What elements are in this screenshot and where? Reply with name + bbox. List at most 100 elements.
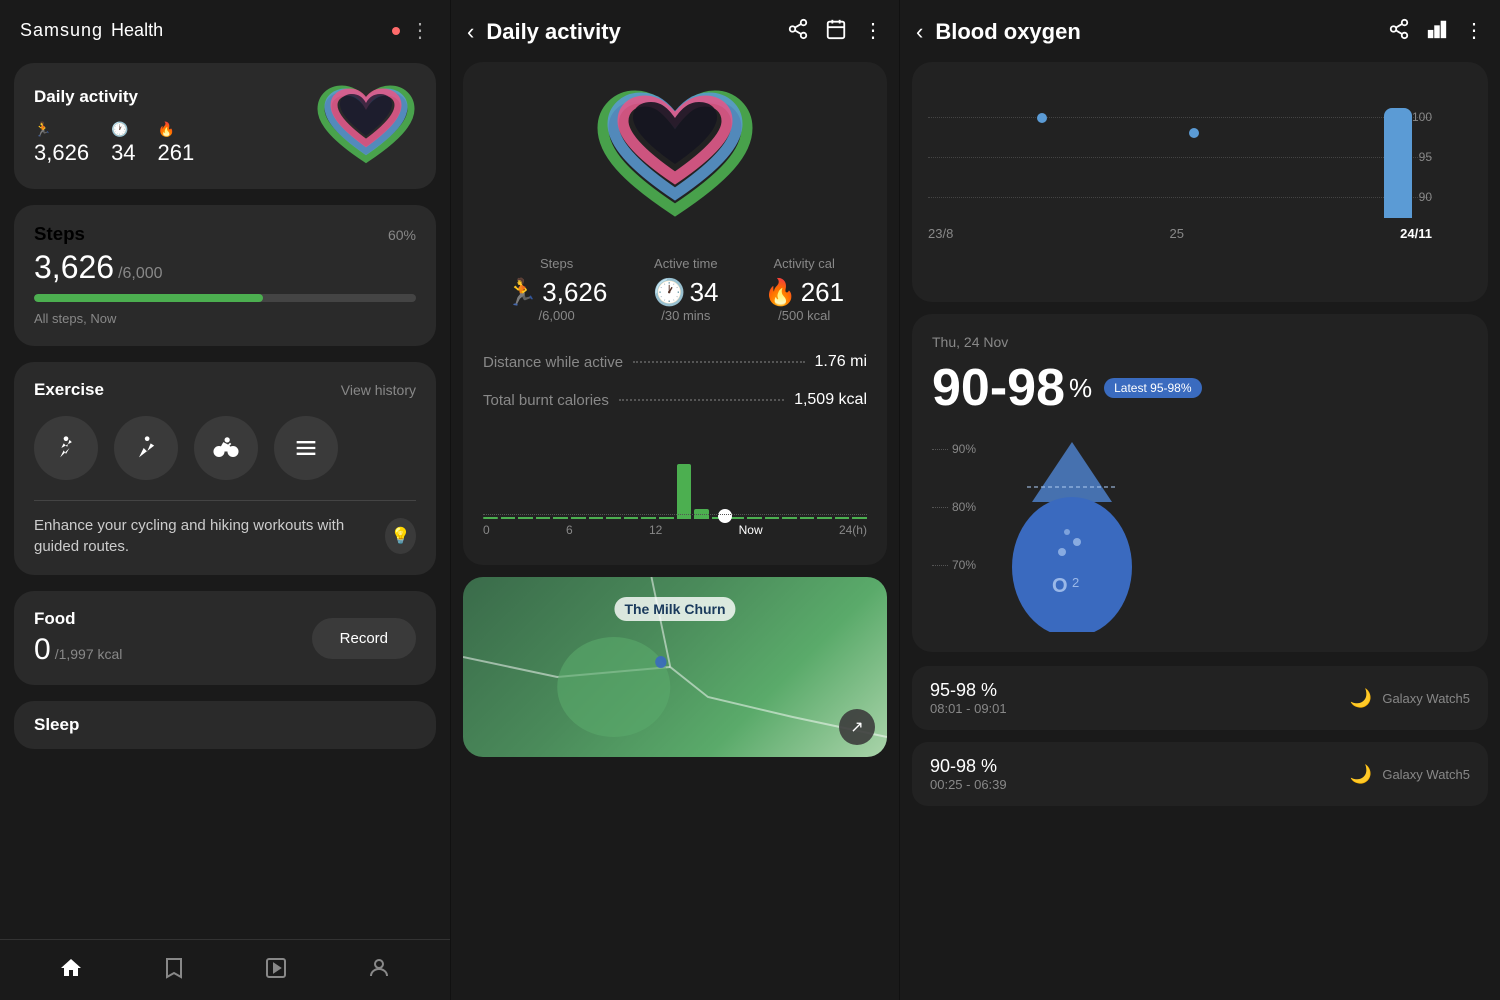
- chart-bars: [483, 439, 867, 519]
- cycle-exercise-button[interactable]: [194, 416, 258, 480]
- map-place-label: The Milk Churn: [614, 597, 735, 621]
- map-section[interactable]: The Milk Churn ↗: [463, 577, 887, 757]
- nav-bookmark-button[interactable]: [162, 956, 186, 980]
- exercise-list-button[interactable]: [274, 416, 338, 480]
- sleep-title: Sleep: [34, 715, 416, 735]
- hist-left-2: 90-98 % 00:25 - 06:39: [930, 756, 1007, 792]
- right-back-button[interactable]: ‹: [916, 19, 923, 45]
- hist-right-2: 🌙 Galaxy Watch5: [1350, 764, 1470, 785]
- food-card[interactable]: Food 0 /1,997 kcal Record: [14, 591, 436, 685]
- oxy-label-100: 100: [1412, 110, 1432, 124]
- exercise-title: Exercise: [34, 380, 104, 400]
- steps-header: Steps 60%: [34, 223, 416, 245]
- center-title: Daily activity: [486, 19, 775, 45]
- heart-visual: [483, 82, 867, 232]
- device-label-2: Galaxy Watch5: [1382, 767, 1470, 782]
- center-header: ‹ Daily activity ⋮: [451, 0, 899, 58]
- exercise-tip: Enhance your cycling and hiking workouts…: [34, 515, 416, 557]
- more-options-button[interactable]: ⋮: [863, 18, 883, 46]
- left-header: Samsung Health ⋮: [0, 0, 450, 55]
- exercise-card: Exercise View history: [14, 362, 436, 575]
- view-history-button[interactable]: View history: [341, 382, 416, 398]
- hist-left-1: 95-98 % 08:01 - 09:01: [930, 680, 1007, 716]
- heart-rings-large: [595, 82, 755, 232]
- cal-big-num: 🔥 261: [764, 277, 844, 308]
- steps-progress-fill: [34, 294, 263, 302]
- cal-activity-icon: 🔥: [764, 277, 796, 308]
- share-button[interactable]: [787, 18, 809, 46]
- right-title: Blood oxygen: [935, 19, 1376, 45]
- center-header-icons: ⋮: [787, 18, 883, 46]
- right-bars-button[interactable]: [1426, 18, 1448, 46]
- brand-logo: Samsung Health: [20, 20, 163, 41]
- reading-unit: %: [1069, 373, 1092, 404]
- reading-history-item-1[interactable]: 95-98 % 08:01 - 09:01 🌙 Galaxy Watch5: [912, 666, 1488, 730]
- nav-home-button[interactable]: [59, 956, 83, 980]
- calories-label: Total burnt calories: [483, 392, 609, 409]
- oxygen-chart-labels: 23/8 25 24/11: [928, 218, 1472, 241]
- svg-text:O: O: [1052, 575, 1068, 597]
- metric-dots-1: [633, 361, 804, 363]
- blood-drop-svg: O 2: [972, 432, 1172, 632]
- calories-value: 1,509 kcal: [794, 391, 867, 409]
- scale-90: 90%: [932, 442, 976, 456]
- nav-play-button[interactable]: [264, 956, 288, 980]
- food-goal: /1,997 kcal: [55, 646, 123, 662]
- oxygen-scale: 90% 80% 70%: [932, 432, 976, 572]
- walk-exercise-button[interactable]: [34, 416, 98, 480]
- active-icon: 🕐: [111, 121, 128, 138]
- distance-metric: Distance while active 1.76 mi: [483, 343, 867, 381]
- cal-label: Activity cal: [764, 256, 844, 271]
- metric-dots-2: [619, 399, 784, 401]
- scale-80: 80%: [932, 500, 976, 514]
- activity-chart: 0 6 12 Now 24(h): [483, 423, 867, 545]
- cal-icon: 🔥: [158, 121, 175, 138]
- cal-sub-goal: /500 kcal: [764, 308, 844, 323]
- bulb-icon: 💡: [385, 518, 416, 554]
- blood-visual: 90% 80% 70%: [932, 432, 1468, 632]
- hist-value-2: 90-98 %: [930, 756, 1007, 777]
- exercise-header: Exercise View history: [34, 380, 416, 400]
- chart-label-now: Now: [739, 523, 763, 537]
- right-share-button[interactable]: [1388, 18, 1410, 46]
- steps-percent: 60%: [388, 227, 416, 243]
- calendar-button[interactable]: [825, 18, 847, 46]
- center-back-button[interactable]: ‹: [467, 19, 474, 45]
- daily-activity-title: Daily activity: [34, 87, 194, 107]
- moon-icon-2: 🌙: [1350, 764, 1372, 785]
- right-header: ‹ Blood oxygen ⋮: [900, 0, 1500, 58]
- reading-latest-badge: Latest 95-98%: [1104, 378, 1201, 398]
- active-time-icon: 🕐: [653, 277, 685, 308]
- map-expand-button[interactable]: ↗: [839, 709, 875, 745]
- steps-big-value: 3,626: [542, 277, 607, 308]
- daily-activity-info: Daily activity 🏃 3,626 🕐 34 🔥 261: [34, 87, 194, 166]
- steps-icon: 🏃: [506, 277, 538, 308]
- oxygen-chart-card: 100 95 90 23/8 25 24/11: [912, 62, 1488, 302]
- sleep-card[interactable]: Sleep: [14, 701, 436, 749]
- reading-value: 90-98: [932, 358, 1065, 418]
- nav-profile-button[interactable]: [367, 956, 391, 980]
- steps-stat: 🏃 3,626: [34, 121, 89, 166]
- distance-value: 1.76 mi: [815, 353, 867, 371]
- blood-reading-card: Thu, 24 Nov 90-98 % Latest 95-98% 90% 80…: [912, 314, 1488, 652]
- chart-label-0: 0: [483, 523, 490, 537]
- more-menu-button[interactable]: ⋮: [410, 18, 430, 43]
- chart-label-6: 6: [566, 523, 573, 537]
- hist-value-1: 95-98 %: [930, 680, 1007, 701]
- brand-sub: Health: [111, 20, 163, 41]
- steps-card[interactable]: Steps 60% 3,626 /6,000 All steps, Now: [14, 205, 436, 346]
- svg-text:2: 2: [1072, 575, 1079, 590]
- moon-icon-1: 🌙: [1350, 688, 1372, 709]
- daily-activity-card[interactable]: Daily activity 🏃 3,626 🕐 34 🔥 261: [14, 63, 436, 189]
- right-header-icons: ⋮: [1388, 18, 1484, 46]
- active-col: Active time 🕐 34 /30 mins: [653, 256, 718, 323]
- oxy-dot-1: [1037, 113, 1047, 123]
- reading-history-item-2[interactable]: 90-98 % 00:25 - 06:39 🌙 Galaxy Watch5: [912, 742, 1488, 806]
- notification-dot: [392, 27, 400, 35]
- record-food-button[interactable]: Record: [312, 618, 416, 659]
- right-more-button[interactable]: ⋮: [1464, 18, 1484, 46]
- steps-sub: All steps, Now: [34, 311, 116, 326]
- run-exercise-button[interactable]: [114, 416, 178, 480]
- steps-label: Steps: [506, 256, 607, 271]
- bottom-navigation: [0, 939, 450, 1000]
